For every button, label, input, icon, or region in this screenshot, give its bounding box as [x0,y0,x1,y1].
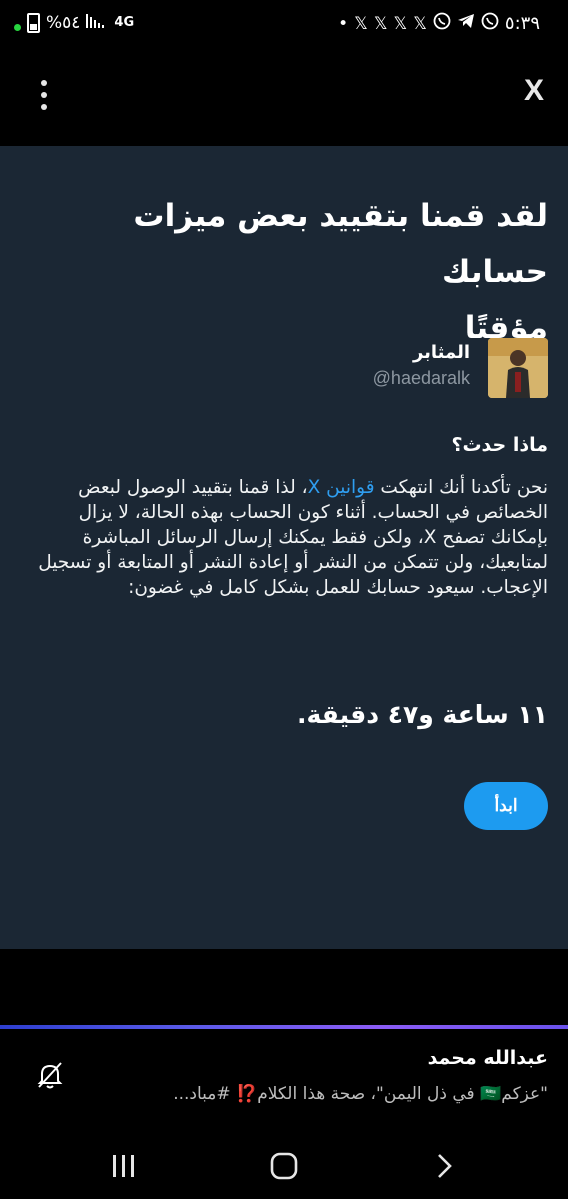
start-button[interactable]: ابدأ [464,782,548,830]
restriction-timer: ١١ ساعة و٤٧ دقيقة. [297,700,548,729]
system-nav-bar [0,1134,568,1199]
rules-link[interactable]: قوانين X [308,477,375,498]
question-heading: ماذا حدث؟ [451,434,548,456]
explanation-text: نحن تأكدنا أنك انتهكت قوانين X، لذا قمنا… [20,475,548,600]
user-handle: @haedaralk [372,368,470,388]
recents-icon[interactable] [104,1146,144,1186]
status-left: %٥٤ 4G [14,12,134,33]
mute-icon[interactable] [34,1059,66,1091]
top-bar: X [0,52,568,146]
whatsapp-icon [481,12,499,35]
x-icon: 𝕏 [413,13,427,34]
x-icon: 𝕏 [373,13,388,34]
more-options-icon[interactable] [34,80,54,118]
dot-icon: • [338,13,349,34]
network-text: 4G [114,15,135,30]
status-right: • 𝕏 𝕏 𝕏 𝕏 ٥:٣٩ [338,12,540,35]
privacy-dot-icon [14,24,21,31]
restriction-panel: لقد قمنا بتقييد بعض ميزات حسابك مؤقتًا ا… [0,146,568,949]
status-bar: %٥٤ 4G • 𝕏 𝕏 𝕏 𝕏 ٥:٣٩ [0,0,568,52]
signal-icon [86,12,108,33]
user-name: المثابر [412,342,470,363]
notification-text: "عزكم🇸🇦 في ذل اليمن"، صحة هذا الكلام⁉️ #… [173,1084,548,1104]
user-info: المثابر @haedaralk [248,338,548,398]
x-icon: 𝕏 [354,13,368,34]
home-icon[interactable] [264,1146,304,1186]
title-line-1: لقد قمنا بتقييد بعض ميزات حسابك [133,198,548,290]
clock: ٥:٣٩ [504,13,540,34]
x-icon: 𝕏 [393,13,408,34]
telegram-icon [457,12,475,35]
notification-title: عبدالله محمد [427,1047,548,1069]
page-title: لقد قمنا بتقييد بعض ميزات حسابك مؤقتًا [18,188,548,356]
avatar [488,338,548,398]
body-text-start: نحن تأكدنا أنك انتهكت [374,477,548,498]
back-icon[interactable] [424,1146,464,1186]
notification-banner[interactable]: عبدالله محمد "عزكم🇸🇦 في ذل اليمن"، صحة ه… [0,1029,568,1134]
whatsapp-icon [433,12,451,35]
battery-icon [27,12,40,33]
battery-text: %٥٤ [46,12,81,33]
close-button[interactable]: X [524,74,544,108]
